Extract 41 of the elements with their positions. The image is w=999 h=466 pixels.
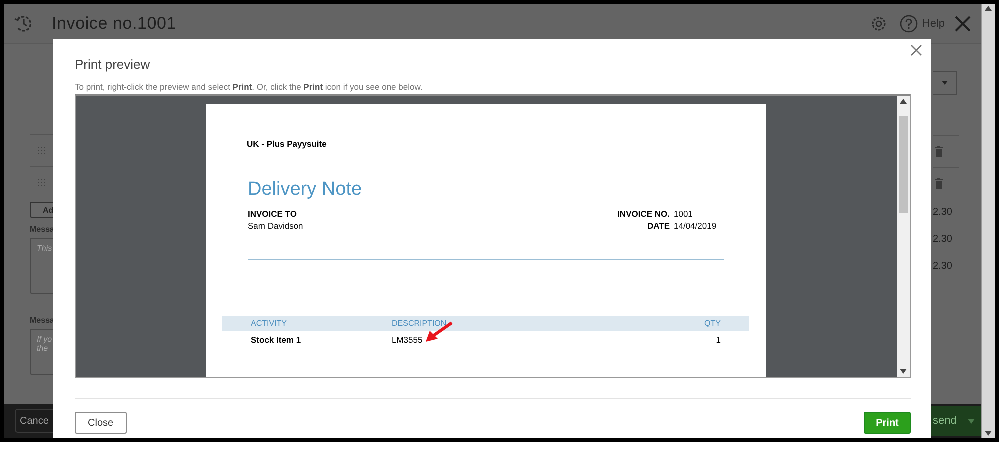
column-header: QTY <box>704 319 721 328</box>
help-icon[interactable] <box>900 14 918 32</box>
caret-icon <box>968 418 975 424</box>
table-cell-text: Stock Item 1 <box>251 335 302 345</box>
company-name: UK - Plus Payysuite <box>247 139 328 149</box>
close-button[interactable]: Close <box>75 412 127 434</box>
scroll-up-icon[interactable] <box>985 6 992 11</box>
caret-icon <box>942 81 948 85</box>
print-button[interactable]: Print <box>864 412 911 434</box>
trash-icon[interactable] <box>935 178 943 189</box>
scrollbar[interactable] <box>981 4 995 438</box>
history-icon[interactable] <box>14 14 34 34</box>
scrollbar[interactable] <box>897 96 910 377</box>
meta-label: DATE <box>646 221 670 231</box>
scrollbar-thumb[interactable] <box>899 116 908 213</box>
column-header: ACTIVITY <box>251 319 288 328</box>
meta-value: 14/04/2019 <box>674 221 718 231</box>
invoice-to-label: INVOICE TO <box>248 209 298 219</box>
help-link[interactable]: Help <box>922 18 945 30</box>
table-cell-text: 1 <box>715 335 721 345</box>
settings-icon[interactable] <box>870 14 888 32</box>
customer-name: Sam Davidson <box>248 221 304 231</box>
dialog-title: Print preview <box>75 57 152 72</box>
instruction-text: To print, right-click the preview and select Print. Or, click the Print icon if you see one below. <box>75 82 424 92</box>
dropdown-field[interactable] <box>933 71 957 95</box>
window-title: Invoice no.1001 <box>52 14 178 34</box>
scroll-down-icon[interactable] <box>985 431 992 436</box>
amount-text: 2.30 <box>933 260 952 274</box>
table-cell-text: LM3555 <box>392 335 424 345</box>
scroll-down-icon[interactable] <box>900 369 907 374</box>
document-heading: Delivery Note <box>248 179 364 201</box>
close-icon[interactable] <box>955 16 971 32</box>
amount-text: 2.30 <box>933 206 952 220</box>
meta-value: 1001 <box>674 209 694 219</box>
scroll-up-icon[interactable] <box>900 99 907 104</box>
trash-icon[interactable] <box>935 146 943 157</box>
close-icon[interactable] <box>911 45 922 56</box>
meta-label: INVOICE NO. <box>616 209 670 219</box>
amount-text: 2.30 <box>933 233 952 247</box>
column-header: DESCRIPTION <box>392 319 448 328</box>
save-and-send-button[interactable]: send <box>929 406 981 436</box>
